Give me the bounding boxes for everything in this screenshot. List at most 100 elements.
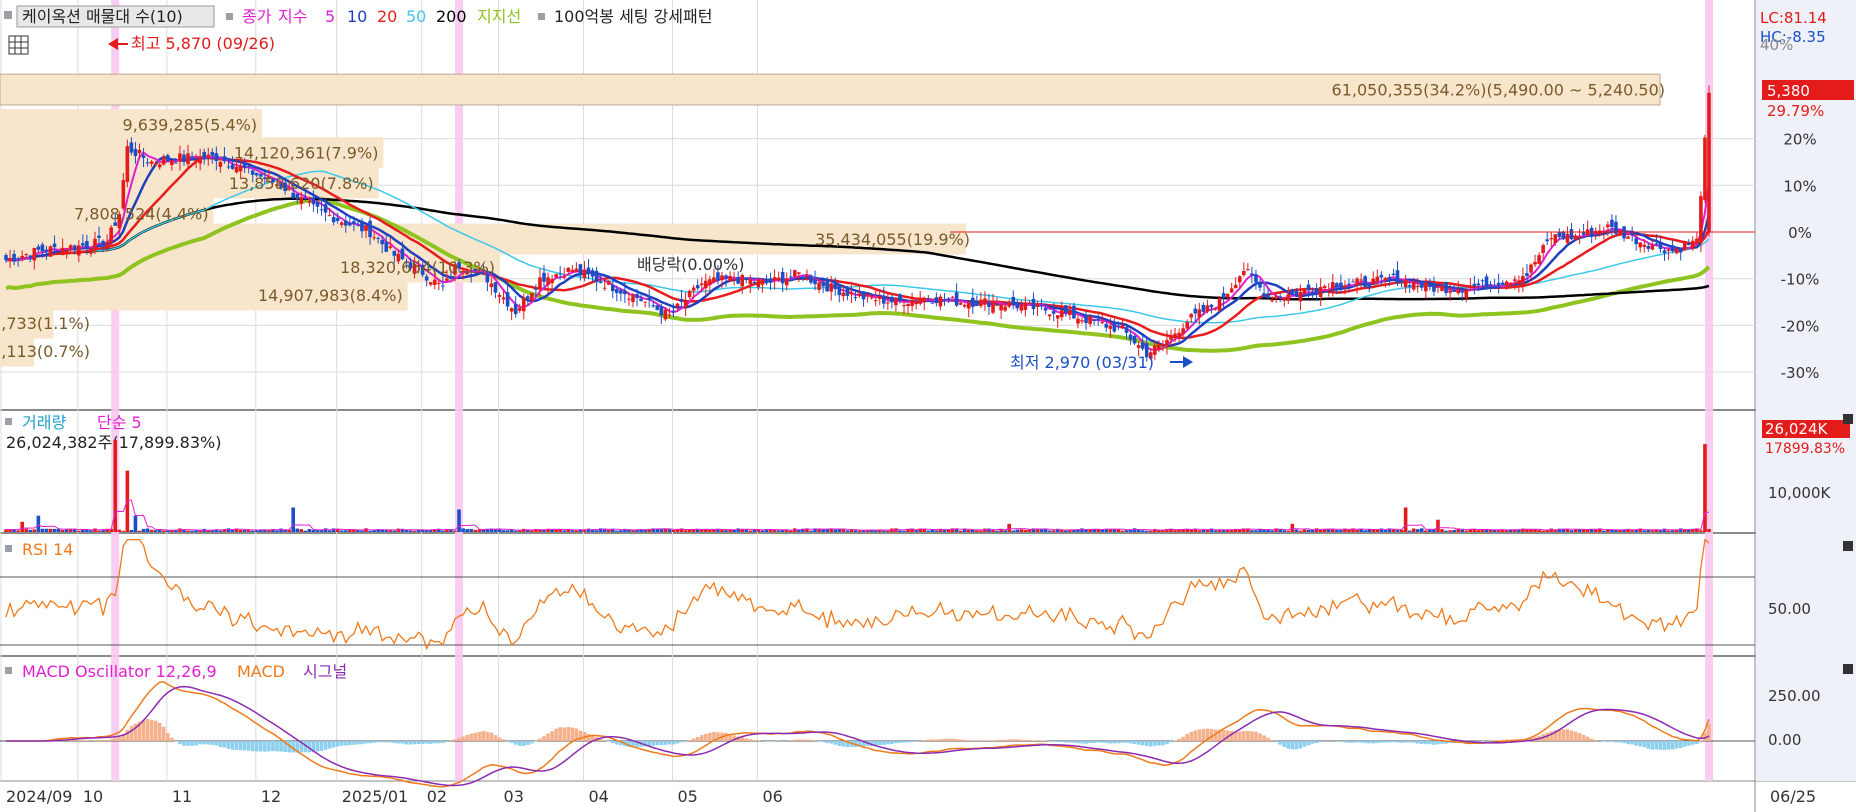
macd-oscillator-bar — [1120, 741, 1125, 743]
table-icon[interactable] — [8, 35, 29, 55]
legend-close: 종가 — [242, 7, 272, 26]
candle-body — [1359, 279, 1363, 281]
candle-body — [1537, 255, 1541, 264]
macd-oscillator-bar — [926, 739, 931, 741]
volume-bar — [133, 515, 138, 532]
volume-bar — [368, 530, 372, 532]
indicator-label[interactable]: 케이옥션 매물대 수(10) — [22, 7, 183, 26]
volume-bar — [1630, 530, 1634, 532]
macd-oscillator-bar — [1148, 741, 1153, 747]
macd-oscillator-bar — [348, 741, 352, 746]
volume-bar — [926, 530, 931, 532]
candle-body — [954, 292, 959, 306]
macd-oscillator-bar — [566, 727, 571, 741]
candle-body — [1480, 280, 1485, 282]
macd-oscillator-bar — [380, 741, 384, 743]
candle-body — [428, 282, 433, 285]
volume-bar — [728, 529, 732, 532]
macd-oscillator-bar — [1642, 741, 1647, 748]
macd-oscillator-bar — [752, 740, 757, 741]
volume-bar — [970, 529, 975, 532]
macd-oscillator-bar — [259, 741, 263, 752]
checkbox-icon[interactable] — [5, 667, 12, 674]
candle-body — [311, 197, 316, 205]
candle-body — [991, 301, 995, 313]
candle-body — [521, 297, 526, 312]
candle-body — [77, 245, 81, 256]
volume-bar — [748, 530, 753, 532]
macd-oscillator-bar — [250, 741, 255, 752]
candle-body — [190, 156, 194, 158]
macd-oscillator-bar — [210, 741, 215, 745]
x-axis-label: 2024/09 — [6, 787, 72, 806]
macd-oscillator-bar — [404, 741, 409, 745]
close-icon[interactable] — [1843, 414, 1853, 424]
macd-oscillator-bar — [416, 741, 421, 744]
macd-oscillator-bar — [1650, 741, 1655, 750]
candle-body — [1011, 296, 1016, 306]
macd-oscillator-bar — [234, 741, 239, 750]
volume-bar — [841, 529, 846, 532]
candle-body — [60, 247, 65, 256]
candle-body — [1500, 282, 1505, 285]
volume-bar — [853, 530, 858, 532]
macd-oscillator-bar — [1634, 741, 1638, 746]
candle-body — [1294, 290, 1299, 297]
checkbox-icon[interactable] — [5, 418, 12, 425]
candle-body — [1691, 240, 1695, 249]
macd-oscillator-bar — [898, 741, 902, 743]
candle-body — [437, 282, 441, 284]
candle-body — [1597, 230, 1602, 235]
macd-oscillator-bar — [372, 741, 376, 743]
candle-body — [327, 215, 332, 217]
candle-body — [1059, 310, 1064, 318]
macd-oscillator-bar — [194, 741, 198, 746]
volume-bar — [594, 530, 599, 532]
volume-bar — [311, 529, 316, 532]
macd-oscillator-bar — [1059, 741, 1064, 743]
checkbox-icon[interactable] — [5, 545, 12, 552]
macd-oscillator-bar — [368, 741, 372, 744]
checkbox-icon[interactable] — [4, 11, 12, 19]
volume-bar — [898, 530, 902, 532]
macd-oscillator-bar — [263, 741, 267, 752]
macd-oscillator-bar — [1573, 731, 1578, 741]
macd-oscillator-bar — [983, 740, 987, 741]
macd-oscillator-bar — [343, 741, 348, 746]
checkbox-icon[interactable] — [226, 13, 233, 20]
macd-oscillator-bar — [1290, 741, 1295, 750]
x-axis-label: 12 — [261, 787, 281, 806]
candle-body — [1529, 264, 1533, 273]
x-axis-label: 05 — [677, 787, 697, 806]
candle-body — [445, 278, 449, 281]
volume-bar — [663, 528, 668, 532]
candle-body — [299, 197, 304, 204]
candle-body — [1464, 289, 1469, 299]
candle-body — [886, 302, 890, 304]
volume-bar — [857, 530, 862, 532]
candle-body — [125, 146, 130, 182]
candle-body — [768, 278, 773, 283]
candle-body — [554, 274, 558, 278]
volume-bar — [659, 529, 664, 532]
close-icon[interactable] — [1843, 664, 1853, 674]
macd-oscillator-bar — [1019, 739, 1024, 741]
candle-body — [1258, 283, 1262, 288]
volume-bar — [780, 529, 785, 532]
macd-oscillator-bar — [1585, 736, 1590, 741]
candle-body — [1654, 243, 1659, 245]
close-icon[interactable] — [1843, 541, 1853, 551]
macd-oscillator-bar — [1266, 737, 1270, 741]
candle-body — [1270, 300, 1274, 302]
svg-text:0.00: 0.00 — [1768, 731, 1801, 749]
macd-oscillator-bar — [1686, 741, 1691, 746]
volume-bar — [1424, 530, 1428, 532]
candle-body — [85, 241, 89, 249]
macd-oscillator-bar — [149, 719, 154, 741]
candle-body — [1399, 280, 1404, 282]
candle-body — [1448, 290, 1452, 293]
macd-oscillator-bar — [275, 741, 279, 752]
candle-body — [526, 296, 530, 299]
checkbox-icon[interactable] — [538, 13, 545, 20]
volume-bar — [1011, 530, 1016, 532]
